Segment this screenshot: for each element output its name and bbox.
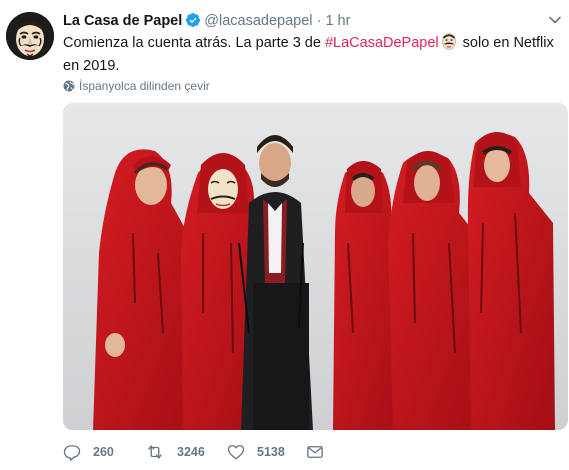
separator-dot: · — [316, 13, 322, 29]
avatar[interactable] — [6, 12, 54, 60]
dm-icon — [307, 446, 323, 458]
reply-icon — [63, 445, 81, 461]
display-name[interactable]: La Casa de Papel — [63, 13, 182, 29]
chevron-down-icon[interactable] — [547, 12, 563, 28]
retweet-icon — [148, 445, 162, 459]
like-button[interactable]: 5138 — [227, 441, 285, 463]
mask-emoji-icon — [441, 32, 457, 56]
like-count: 5138 — [257, 445, 285, 459]
retweet-button[interactable]: 3246 — [145, 441, 205, 463]
verified-badge-icon — [185, 12, 201, 33]
tweet[interactable]: La Casa de Papel @lacasadepapel · 1 hr Co… — [0, 0, 569, 470]
direct-message-button[interactable] — [306, 441, 336, 463]
hashtag-link[interactable]: #LaCasaDePapel — [325, 35, 439, 51]
timestamp[interactable]: 1 hr — [325, 13, 350, 29]
reply-count: 260 — [93, 445, 114, 459]
translate-link[interactable]: İspanyolca dilinden çevir — [63, 78, 210, 94]
mask-avatar-icon — [6, 12, 54, 60]
globe-icon — [63, 80, 75, 92]
tweet-photo[interactable] — [63, 103, 568, 430]
reply-button[interactable]: 260 — [63, 441, 114, 463]
retweet-count: 3246 — [177, 445, 205, 459]
tweet-text: Comienza la cuenta atrás. La parte 3 de … — [63, 32, 558, 76]
like-icon — [227, 444, 245, 460]
tweet-header: La Casa de Papel @lacasadepapel · 1 hr — [63, 12, 559, 32]
tweet-text-before: Comienza la cuenta atrás. La parte 3 de — [63, 35, 325, 51]
user-handle[interactable]: @lacasadepapel — [204, 13, 312, 29]
cast-photo — [63, 103, 568, 430]
translate-label: İspanyolca dilinden çevir — [79, 79, 210, 93]
